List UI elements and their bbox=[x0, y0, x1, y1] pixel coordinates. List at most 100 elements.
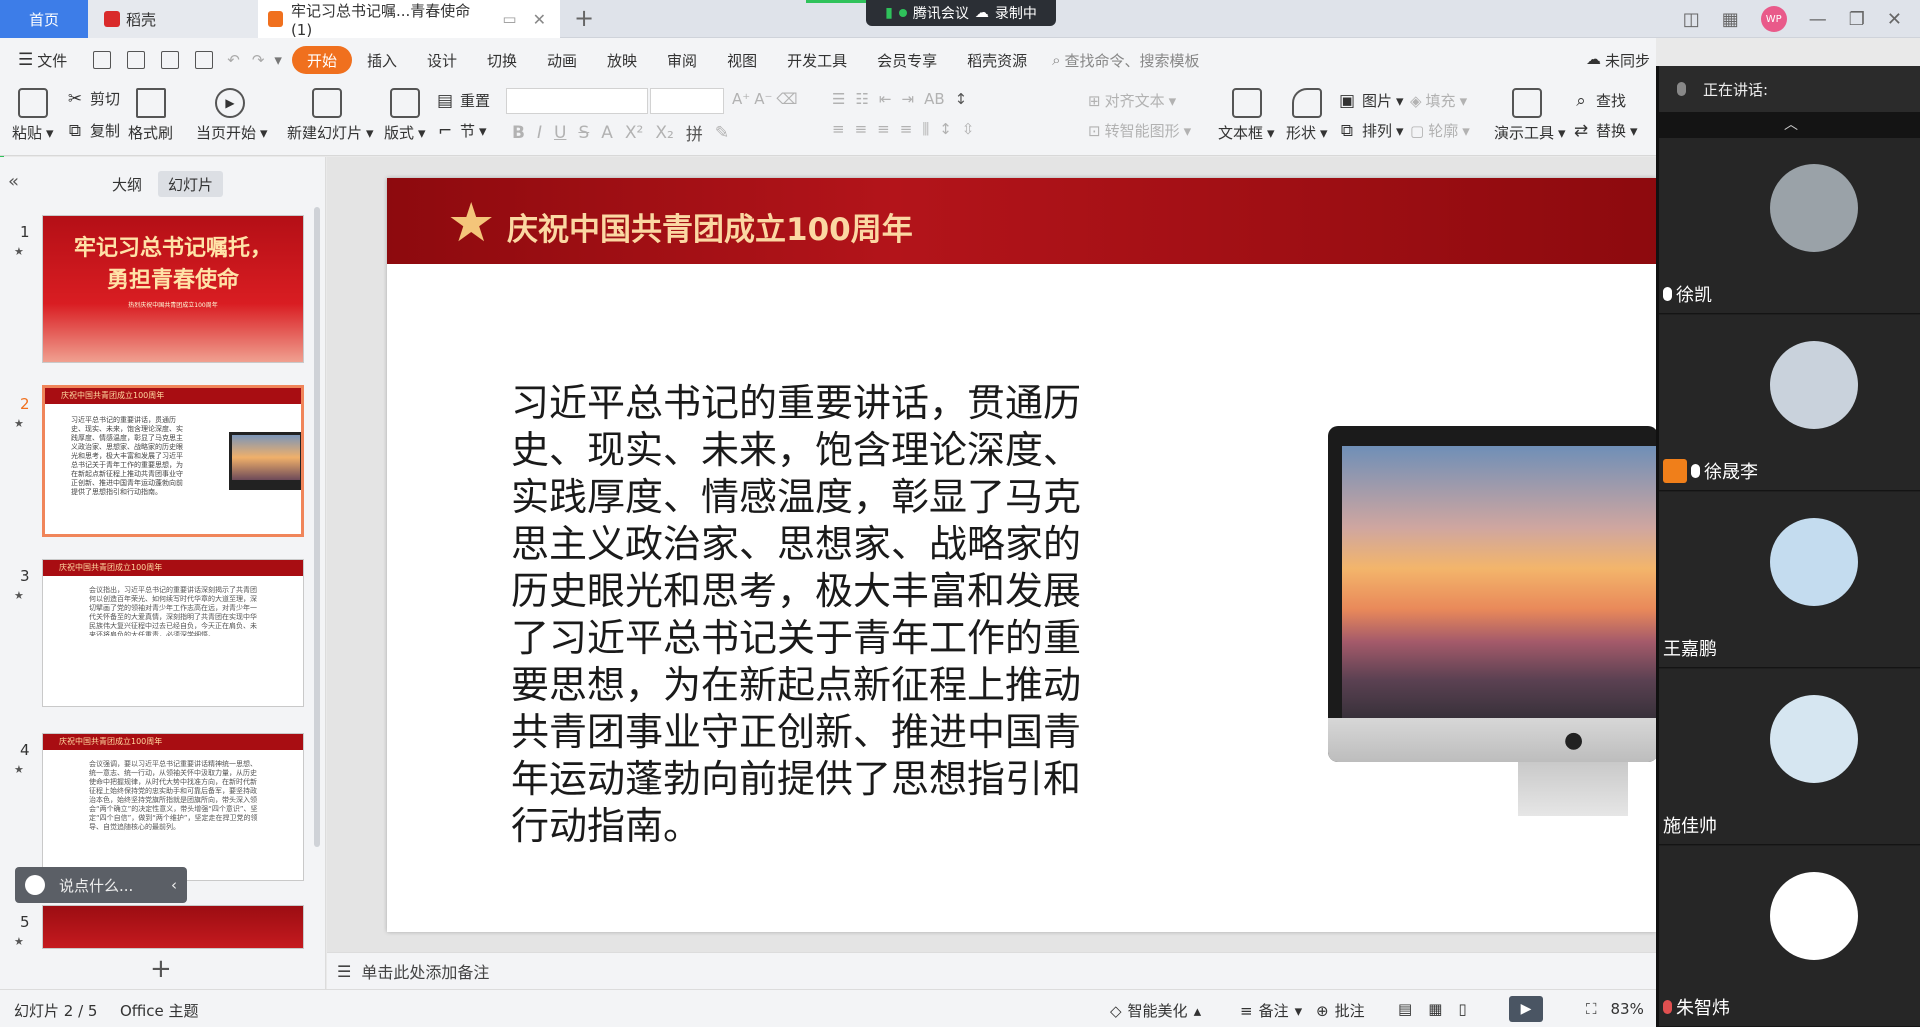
undo-icon[interactable]: ↶ bbox=[227, 51, 240, 69]
slide-body-text[interactable]: 习近平总书记的重要讲话，贯通历史、现实、未来，饱含理论深度、实践厚度、情感温度，… bbox=[511, 380, 1111, 850]
font-name-select[interactable] bbox=[506, 88, 648, 114]
line-spacing-icon[interactable]: ↕ bbox=[939, 120, 952, 138]
picture-button[interactable]: ▣ 图片 ▾ bbox=[1336, 90, 1404, 111]
underline-icon[interactable]: U bbox=[554, 123, 566, 143]
chat-input[interactable]: 说点什么... ‹ bbox=[15, 867, 187, 903]
slide-thumbnail-3[interactable]: 庆祝中国共青团成立100周年 会议指出，习近平总书记的重要讲话深刻揭示了共青团何… bbox=[42, 559, 304, 707]
play-from-current-button[interactable]: 当页开始 ▾ bbox=[196, 122, 268, 143]
screen-icon[interactable]: ▭ bbox=[502, 10, 516, 28]
emoji-icon[interactable] bbox=[25, 875, 45, 895]
menu-slideshow[interactable]: 放映 bbox=[592, 46, 652, 74]
more-icon[interactable]: ▾ bbox=[274, 51, 282, 69]
play-circle-icon[interactable]: ▶ bbox=[215, 88, 245, 118]
smart-shape-button[interactable]: ⊡ 转智能图形 ▾ bbox=[1088, 120, 1191, 141]
reset-button[interactable]: ▤ 重置 bbox=[434, 90, 490, 111]
font-size-select[interactable] bbox=[650, 88, 724, 114]
shape-icon[interactable] bbox=[1292, 88, 1322, 118]
new-tab-button[interactable]: + bbox=[574, 4, 594, 32]
align-left-icon[interactable]: ≡ bbox=[832, 120, 845, 138]
slide-thumbnail-5[interactable] bbox=[42, 905, 304, 949]
tab-document[interactable]: 牢记习总书记嘱...青春使命(1) ▭ ✕ bbox=[258, 0, 560, 39]
bullet-list-icon[interactable]: ☰ bbox=[832, 90, 845, 108]
close-tab-icon[interactable]: ✕ bbox=[533, 10, 546, 29]
grow-font-icon[interactable]: A⁺ bbox=[732, 90, 750, 108]
textbox-button[interactable]: 文本框 ▾ bbox=[1218, 122, 1275, 143]
minimize-icon[interactable]: — bbox=[1809, 9, 1827, 30]
normal-view-icon[interactable]: ▤ bbox=[1398, 1000, 1412, 1018]
present-tools-icon[interactable] bbox=[1512, 88, 1542, 118]
tab-outline[interactable]: 大纲 bbox=[102, 171, 152, 197]
print-icon[interactable] bbox=[161, 51, 180, 69]
participant-tile[interactable]: 徐凯 bbox=[1659, 138, 1920, 314]
theme-name[interactable]: Office 主题 bbox=[120, 1000, 199, 1021]
export-pdf-icon[interactable] bbox=[127, 51, 146, 69]
layout-switch-icon[interactable]: ◫ bbox=[1683, 9, 1700, 30]
menu-animation[interactable]: 动画 bbox=[532, 46, 592, 74]
tab-daoke[interactable]: 稻壳 bbox=[88, 0, 258, 38]
shrink-font-icon[interactable]: A⁻ bbox=[754, 90, 772, 108]
subscript-icon[interactable]: X₂ bbox=[655, 123, 673, 143]
layout-button[interactable]: 版式 ▾ bbox=[384, 122, 426, 143]
sort-icon[interactable]: ↕ bbox=[955, 90, 968, 108]
numbered-list-icon[interactable]: ☷ bbox=[855, 90, 868, 108]
participant-tile[interactable]: 徐晟李 bbox=[1659, 315, 1920, 491]
superscript-icon[interactable]: X² bbox=[625, 123, 643, 143]
hamburger-icon[interactable]: ☰ bbox=[18, 50, 33, 70]
strikethrough-icon[interactable]: S bbox=[578, 123, 589, 143]
menu-design[interactable]: 设计 bbox=[412, 46, 472, 74]
bold-icon[interactable]: B bbox=[512, 123, 525, 143]
menu-start[interactable]: 开始 bbox=[291, 46, 352, 74]
align-right-icon[interactable]: ≡ bbox=[877, 120, 890, 138]
present-tools-button[interactable]: 演示工具 ▾ bbox=[1494, 122, 1566, 143]
justify-icon[interactable]: ≡ bbox=[900, 120, 913, 138]
save-icon[interactable] bbox=[93, 51, 112, 69]
chevron-left-icon[interactable]: ‹ bbox=[171, 876, 177, 894]
smart-beautify-button[interactable]: ◇ 智能美化 ▴ bbox=[1110, 1000, 1201, 1021]
add-slide-button[interactable]: + bbox=[150, 954, 172, 984]
apps-grid-icon[interactable]: ▦ bbox=[1722, 9, 1739, 30]
outline-button[interactable]: ▢ 轮廓 ▾ bbox=[1410, 120, 1470, 141]
format-painter-icon[interactable] bbox=[136, 88, 166, 118]
paste-icon[interactable] bbox=[18, 88, 48, 118]
menu-transition[interactable]: 切换 bbox=[472, 46, 532, 74]
sorter-view-icon[interactable]: ▦ bbox=[1428, 1000, 1442, 1018]
menu-developer[interactable]: 开发工具 bbox=[772, 46, 862, 74]
menu-file[interactable]: 文件 bbox=[37, 50, 67, 71]
section-button[interactable]: ⌐ 节 ▾ bbox=[434, 120, 487, 141]
redo-icon[interactable]: ↷ bbox=[252, 51, 265, 69]
close-window-icon[interactable]: ✕ bbox=[1887, 9, 1902, 30]
slide-thumbnail-2[interactable]: 庆祝中国共青团成立100周年 习近平总书记的重要讲话，贯通历史、现实、未来，饱含… bbox=[42, 385, 304, 537]
zoom-level[interactable]: 83% bbox=[1611, 1000, 1644, 1018]
play-slideshow-button[interactable]: ▶ bbox=[1509, 996, 1543, 1022]
print-preview-icon[interactable] bbox=[195, 51, 214, 69]
indent-decrease-icon[interactable]: ⇤ bbox=[879, 90, 892, 108]
text-direction-icon[interactable]: AB bbox=[924, 90, 945, 108]
shape-button[interactable]: 形状 ▾ bbox=[1286, 122, 1328, 143]
layout-icon[interactable] bbox=[390, 88, 420, 118]
textbox-icon[interactable] bbox=[1232, 88, 1262, 118]
fit-window-icon[interactable]: ⛶ bbox=[1586, 1000, 1597, 1018]
participant-tile[interactable]: 施佳帅 bbox=[1659, 669, 1920, 845]
replace-button[interactable]: ⇄ 替换 ▾ bbox=[1570, 120, 1638, 141]
align-center-icon[interactable]: ≡ bbox=[855, 120, 868, 138]
tab-slides[interactable]: 幻灯片 bbox=[158, 171, 224, 197]
indent-increase-icon[interactable]: ⇥ bbox=[901, 90, 914, 108]
comment-button[interactable]: ⊕ 批注 bbox=[1316, 1000, 1365, 1021]
notes-toggle[interactable]: ≡ 备注 ▾ bbox=[1240, 1000, 1302, 1021]
user-avatar[interactable]: WP bbox=[1760, 6, 1787, 32]
reading-view-icon[interactable]: ▯ bbox=[1458, 1000, 1466, 1018]
menu-review[interactable]: 审阅 bbox=[652, 46, 712, 74]
collapse-panel-icon[interactable]: « bbox=[8, 171, 19, 192]
slide-title[interactable]: 庆祝中国共青团成立100周年 bbox=[507, 204, 913, 249]
slide-thumbnail-4[interactable]: 庆祝中国共青团成立100周年 会议强调，要以习近平总书记重要讲话精神统一思想、统… bbox=[42, 733, 304, 881]
slide-thumbnail-1[interactable]: 牢记习总书记嘱托， 勇担青春使命 热烈庆祝中国共青团成立100周年 bbox=[42, 215, 304, 363]
paste-button[interactable]: 粘贴 ▾ bbox=[12, 122, 54, 143]
slide[interactable]: ★ 庆祝中国共青团成立100周年 习近平总书记的重要讲话，贯通历史、现实、未来，… bbox=[387, 178, 1656, 932]
restore-icon[interactable]: ❐ bbox=[1849, 9, 1865, 30]
meeting-status-pill[interactable]: ▮ 腾讯会议 ☁ 录制中 bbox=[866, 0, 1056, 26]
italic-icon[interactable]: I bbox=[537, 123, 542, 143]
command-search[interactable]: 查找命令、搜索模板 bbox=[1065, 50, 1200, 71]
align-text-button[interactable]: ⊞ 对齐文本 ▾ bbox=[1088, 90, 1176, 111]
scroll-up-icon[interactable]: ︿ bbox=[1659, 112, 1920, 138]
font-color-icon[interactable]: A bbox=[601, 123, 613, 143]
